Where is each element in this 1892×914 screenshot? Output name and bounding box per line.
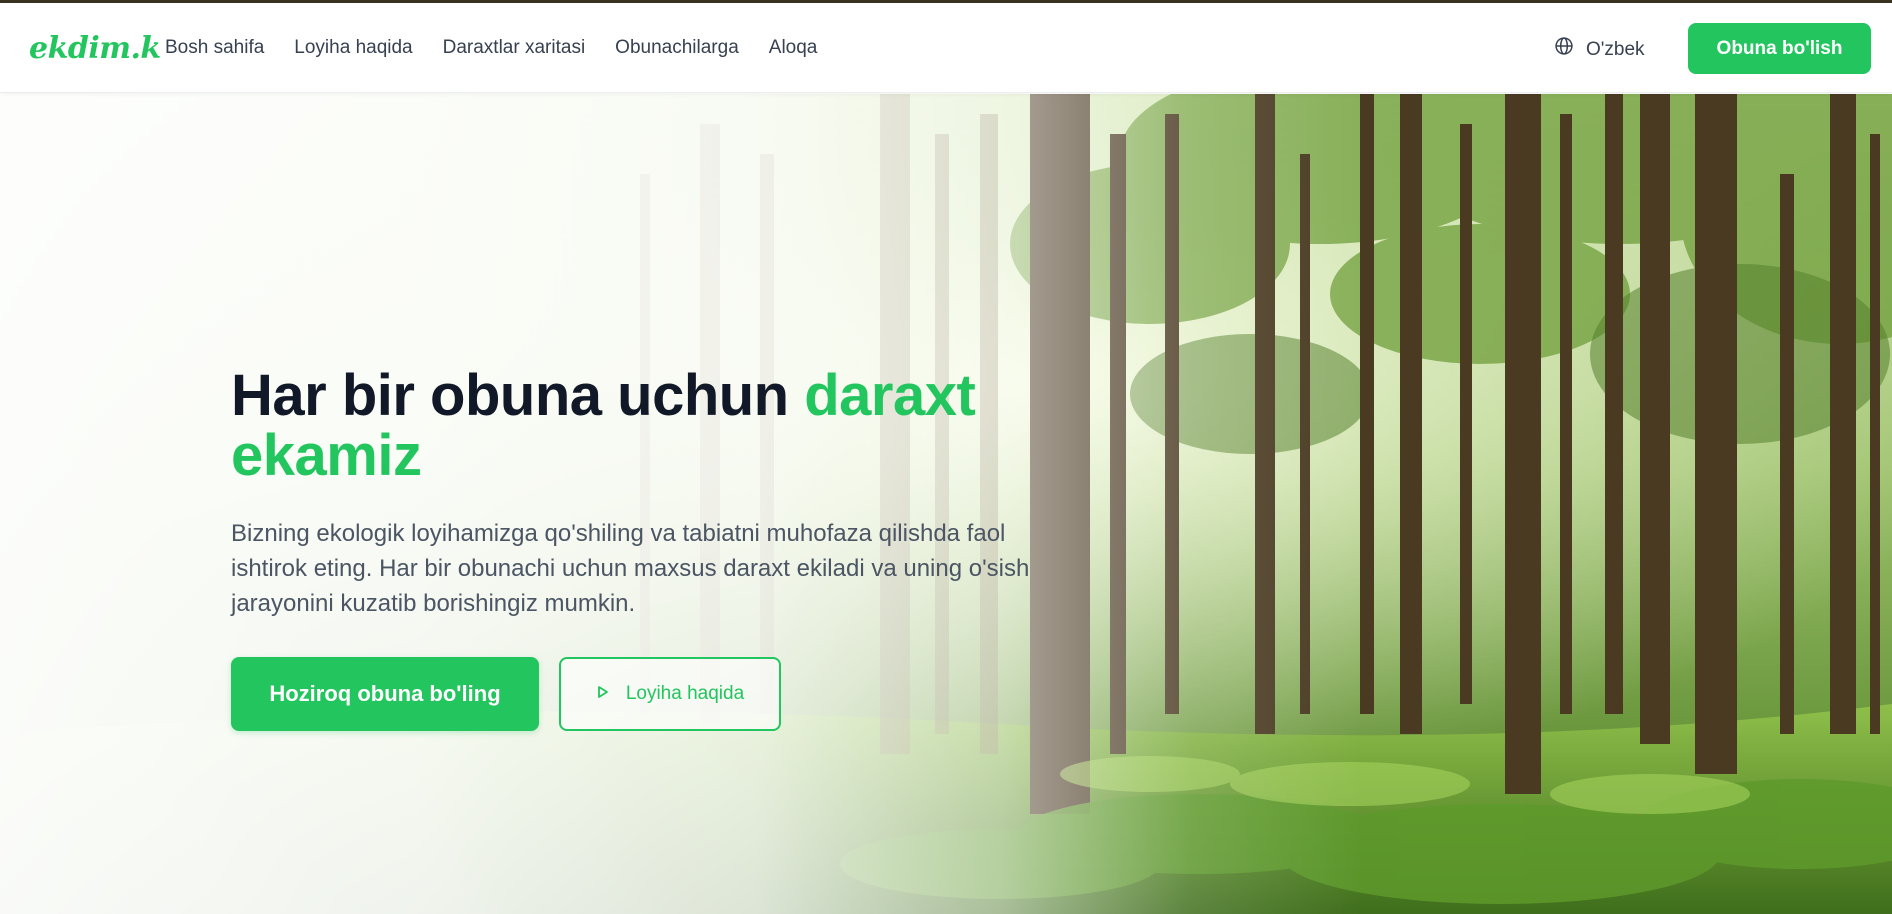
play-icon bbox=[596, 683, 610, 705]
language-selector[interactable]: O'zbek bbox=[1554, 36, 1645, 63]
language-label: O'zbek bbox=[1586, 38, 1645, 60]
nav-link-home[interactable]: Bosh sahifa bbox=[165, 36, 264, 60]
nav-link-contact[interactable]: Aloqa bbox=[769, 36, 818, 60]
hero-description: Bizning ekologik loyihamizga qo'shiling … bbox=[231, 520, 1030, 617]
hero-content: Har bir obuna uchun daraxt ekamiz Biznin… bbox=[231, 366, 1091, 731]
nav-link-about[interactable]: Loyiha haqida bbox=[294, 36, 412, 60]
nav-link-tree-map[interactable]: Daraxtlar xaritasi bbox=[443, 36, 586, 60]
hero-buttons: Hoziroq obuna bo'ling Loyiha haqida bbox=[231, 657, 1091, 731]
nav-link-subscribers[interactable]: Obunachilarga bbox=[615, 36, 739, 60]
globe-icon bbox=[1554, 36, 1574, 63]
hero-title-main: Har bir obuna uchun bbox=[231, 363, 805, 428]
hero-section: Har bir obuna uchun daraxt ekamiz Biznin… bbox=[0, 94, 1892, 914]
navbar: ekdim.k Bosh sahifa Loyiha haqida Daraxt… bbox=[0, 3, 1892, 93]
logo[interactable]: ekdim.k bbox=[29, 31, 161, 67]
hero-title: Har bir obuna uchun daraxt ekamiz bbox=[231, 366, 1091, 486]
subscribe-now-button[interactable]: Hoziroq obuna bo'ling bbox=[231, 657, 539, 731]
main-nav: Bosh sahifa Loyiha haqida Daraxtlar xari… bbox=[165, 36, 817, 60]
about-project-label: Loyiha haqida bbox=[625, 683, 745, 704]
subscribe-button[interactable]: Obuna bo'lish bbox=[1688, 23, 1871, 74]
about-project-button[interactable]: Loyiha haqida bbox=[559, 657, 781, 731]
